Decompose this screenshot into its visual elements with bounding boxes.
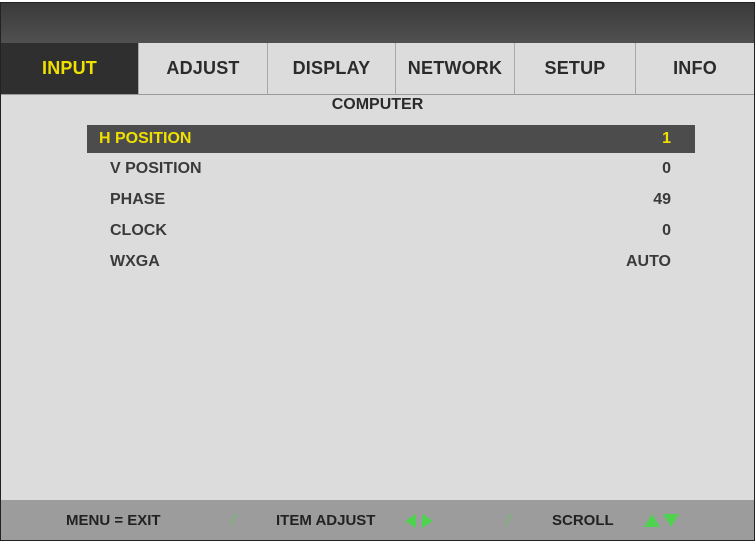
- setting-label: WXGA: [110, 252, 160, 270]
- left-arrow-icon: [405, 514, 416, 528]
- right-arrow-icon: [422, 514, 433, 528]
- tab-adjust[interactable]: ADJUST: [139, 43, 268, 94]
- separator: /: [231, 511, 236, 529]
- setting-label: V POSITION: [110, 159, 202, 177]
- submenu-title: COMPUTER: [331, 96, 424, 113]
- item-adjust-hint: ITEM ADJUST: [276, 511, 376, 529]
- setting-label: H POSITION: [99, 130, 192, 147]
- tab-bar: INPUT ADJUST DISPLAY NETWORK SETUP INFO: [1, 43, 754, 95]
- up-arrow-icon: [644, 514, 660, 527]
- tab-display[interactable]: DISPLAY: [268, 43, 396, 94]
- setting-value: 0: [662, 221, 671, 239]
- setting-h-position[interactable]: H POSITION 1: [87, 125, 695, 153]
- settings-list: H POSITION 1 V POSITION 0 PHASE 49 CLOCK…: [87, 125, 695, 277]
- setting-v-position[interactable]: V POSITION 0: [87, 153, 695, 184]
- setting-wxga[interactable]: WXGA AUTO: [87, 246, 695, 277]
- setting-clock[interactable]: CLOCK 0: [87, 215, 695, 246]
- title-band: [1, 3, 754, 43]
- tab-network[interactable]: NETWORK: [396, 43, 515, 94]
- separator: /: [506, 511, 511, 529]
- scroll-hint: SCROLL: [552, 511, 614, 529]
- osd-menu: INPUT ADJUST DISPLAY NETWORK SETUP INFO …: [0, 2, 755, 541]
- left-right-arrows-icon: [405, 514, 433, 528]
- help-bar: MENU = EXIT / ITEM ADJUST / SCROLL: [1, 500, 754, 540]
- tab-setup[interactable]: SETUP: [515, 43, 636, 94]
- up-down-arrows-icon: [644, 514, 679, 527]
- menu-exit-hint: MENU = EXIT: [66, 511, 161, 529]
- setting-value: 0: [662, 159, 671, 177]
- down-arrow-icon: [663, 514, 679, 527]
- tab-input[interactable]: INPUT: [1, 43, 139, 94]
- setting-phase[interactable]: PHASE 49: [87, 184, 695, 215]
- setting-label: CLOCK: [110, 221, 167, 239]
- setting-value: 1: [662, 130, 671, 147]
- setting-label: PHASE: [110, 190, 166, 208]
- setting-value: AUTO: [625, 252, 671, 270]
- setting-value: 49: [653, 190, 671, 208]
- tab-info[interactable]: INFO: [636, 43, 754, 94]
